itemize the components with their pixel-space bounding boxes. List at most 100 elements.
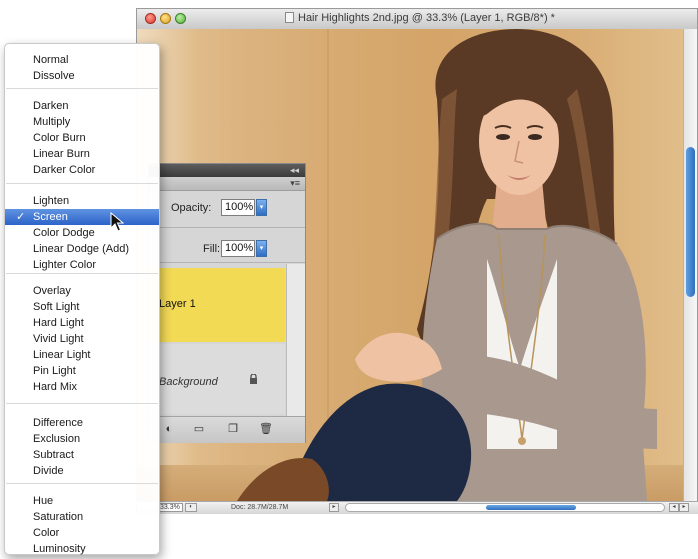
layer-row-background[interactable]: Background bbox=[149, 344, 285, 414]
menu-item-soft-light[interactable]: Soft Light bbox=[5, 299, 159, 315]
checkmark-icon: ✓ bbox=[16, 211, 26, 223]
menu-separator bbox=[6, 183, 158, 184]
menu-item-color-burn[interactable]: Color Burn bbox=[5, 130, 159, 146]
menu-item-hard-light[interactable]: Hard Light bbox=[5, 315, 159, 331]
menu-item-lighter-color[interactable]: Lighter Color bbox=[5, 257, 159, 273]
menu-item-hard-mix[interactable]: Hard Mix bbox=[5, 379, 159, 395]
scroll-right-icon[interactable]: ▸ bbox=[679, 503, 689, 512]
menu-item-darken[interactable]: Darken bbox=[5, 98, 159, 114]
panel-menu-icon[interactable]: ▾≡ bbox=[290, 178, 300, 188]
menu-item-divide[interactable]: Divide bbox=[5, 463, 159, 479]
opacity-row: Opacity: 100% ▾ bbox=[149, 191, 305, 228]
menu-item-label: Dissolve bbox=[33, 70, 75, 82]
close-icon[interactable] bbox=[145, 13, 156, 24]
menu-item-label: Exclusion bbox=[33, 433, 81, 445]
layers-panel: ◂◂ ▾≡ Opacity: 100% ▾ Fill: 100% ▾ Layer… bbox=[148, 163, 306, 443]
menu-item-darker-color[interactable]: Darker Color bbox=[5, 162, 159, 178]
menu-item-color-dodge[interactable]: Color Dodge bbox=[5, 225, 159, 241]
vertical-scroll-thumb[interactable] bbox=[686, 147, 695, 297]
folder-icon[interactable]: ▭ bbox=[193, 423, 205, 435]
menu-item-label: Linear Light bbox=[33, 349, 91, 361]
fill-row: Fill: 100% ▾ bbox=[149, 228, 305, 263]
menu-item-linear-burn[interactable]: Linear Burn bbox=[5, 146, 159, 162]
menu-item-normal[interactable]: Normal bbox=[5, 52, 159, 68]
menu-item-label: Color Dodge bbox=[33, 227, 95, 239]
fx-icon[interactable]: ◐ bbox=[163, 423, 175, 435]
menu-item-label: Darken bbox=[33, 100, 69, 112]
zoom-level[interactable]: 33.3% bbox=[157, 503, 183, 512]
layer-name: Background bbox=[159, 376, 218, 388]
menu-item-label: Color bbox=[33, 527, 60, 539]
menu-item-label: Subtract bbox=[33, 449, 74, 461]
minimize-icon[interactable] bbox=[160, 13, 171, 24]
menu-item-label: Saturation bbox=[33, 511, 84, 523]
fill-label: Fill: bbox=[203, 243, 221, 255]
menu-item-linear-dodge-add[interactable]: Linear Dodge (Add) bbox=[5, 241, 159, 257]
menu-item-label: Screen bbox=[33, 211, 68, 223]
document-title-text: Hair Highlights 2nd.jpg @ 33.3% (Layer 1… bbox=[298, 12, 555, 24]
menu-item-subtract[interactable]: Subtract bbox=[5, 447, 159, 463]
vertical-scrollbar[interactable] bbox=[683, 29, 697, 501]
zoom-icon[interactable] bbox=[175, 13, 186, 24]
file-icon bbox=[285, 12, 294, 23]
menu-item-lighten[interactable]: Lighten bbox=[5, 193, 159, 209]
blend-mode-menu: Normal Dissolve Darken Multiply Color Burn Li… bbox=[4, 43, 160, 555]
document-title: Hair Highlights 2nd.jpg @ 33.3% (Layer 1… bbox=[285, 12, 555, 24]
menu-item-label: Hard Mix bbox=[33, 381, 78, 393]
menu-item-label: Lighter Color bbox=[33, 259, 96, 271]
menu-item-label: Divide bbox=[33, 465, 64, 477]
opacity-input[interactable]: 100% bbox=[221, 199, 255, 216]
new-layer-icon[interactable]: ❐ bbox=[227, 423, 239, 435]
menu-separator bbox=[6, 483, 158, 484]
menu-item-vivid-light[interactable]: Vivid Light bbox=[5, 331, 159, 347]
opacity-label: Opacity: bbox=[171, 202, 212, 214]
menu-item-label: Pin Light bbox=[33, 365, 76, 377]
document-titlebar[interactable]: Hair Highlights 2nd.jpg @ 33.3% (Layer 1… bbox=[137, 9, 697, 30]
menu-item-difference[interactable]: Difference bbox=[5, 415, 159, 431]
fill-dropdown-icon[interactable]: ▾ bbox=[256, 240, 267, 257]
menu-item-hue[interactable]: Hue bbox=[5, 493, 159, 509]
menu-item-label: Overlay bbox=[33, 285, 71, 297]
panel-footer: ◐ ▭ ❐ 🗑 bbox=[149, 416, 305, 443]
panel-collapse-icon[interactable]: ◂◂ bbox=[290, 165, 299, 175]
horizontal-scroll-thumb[interactable] bbox=[486, 505, 576, 510]
menu-item-label: Linear Burn bbox=[33, 148, 90, 160]
fill-input[interactable]: 100% bbox=[221, 240, 255, 257]
menu-item-linear-light[interactable]: Linear Light bbox=[5, 347, 159, 363]
layer-name: Layer 1 bbox=[159, 298, 196, 310]
menu-item-screen[interactable]: ✓ Screen bbox=[5, 209, 159, 225]
menu-item-label: Color Burn bbox=[33, 132, 86, 144]
panel-top-bar: ◂◂ bbox=[149, 164, 305, 177]
menu-item-exclusion[interactable]: Exclusion bbox=[5, 431, 159, 447]
status-menu-arrow-icon[interactable]: ▸ bbox=[329, 503, 339, 512]
menu-item-color[interactable]: Color bbox=[5, 525, 159, 541]
menu-item-dissolve[interactable]: Dissolve bbox=[5, 68, 159, 84]
menu-item-saturation[interactable]: Saturation bbox=[5, 509, 159, 525]
scroll-left-icon[interactable]: ◂ bbox=[669, 503, 679, 512]
lock-icon bbox=[250, 374, 257, 384]
menu-item-pin-light[interactable]: Pin Light bbox=[5, 363, 159, 379]
menu-separator bbox=[6, 88, 158, 89]
menu-item-multiply[interactable]: Multiply bbox=[5, 114, 159, 130]
menu-separator bbox=[6, 403, 158, 404]
cursor-arrow-icon bbox=[110, 212, 124, 232]
menu-item-label: Lighten bbox=[33, 195, 70, 207]
horizontal-scrollbar[interactable] bbox=[345, 503, 665, 512]
menu-item-label: Soft Light bbox=[33, 301, 80, 313]
menu-separator bbox=[6, 273, 158, 274]
menu-item-label: Luminosity bbox=[33, 543, 86, 555]
layers-scrollbar[interactable] bbox=[286, 264, 305, 416]
menu-item-label: Hard Light bbox=[33, 317, 84, 329]
menu-item-label: Multiply bbox=[33, 116, 71, 128]
panel-tab-bar: ▾≡ bbox=[149, 177, 305, 191]
opacity-dropdown-icon[interactable]: ▾ bbox=[256, 199, 267, 216]
trash-icon[interactable]: 🗑 bbox=[259, 423, 273, 435]
menu-item-overlay[interactable]: Overlay bbox=[5, 283, 159, 299]
menu-item-label: Hue bbox=[33, 495, 54, 507]
menu-item-label: Darker Color bbox=[33, 164, 96, 176]
menu-item-label: Difference bbox=[33, 417, 83, 429]
layer-row-layer-1[interactable]: Layer 1 bbox=[149, 268, 285, 342]
menu-item-label: Vivid Light bbox=[33, 333, 84, 345]
menu-item-luminosity[interactable]: Luminosity bbox=[5, 541, 159, 557]
status-info-icon[interactable]: ◐ bbox=[185, 503, 197, 512]
